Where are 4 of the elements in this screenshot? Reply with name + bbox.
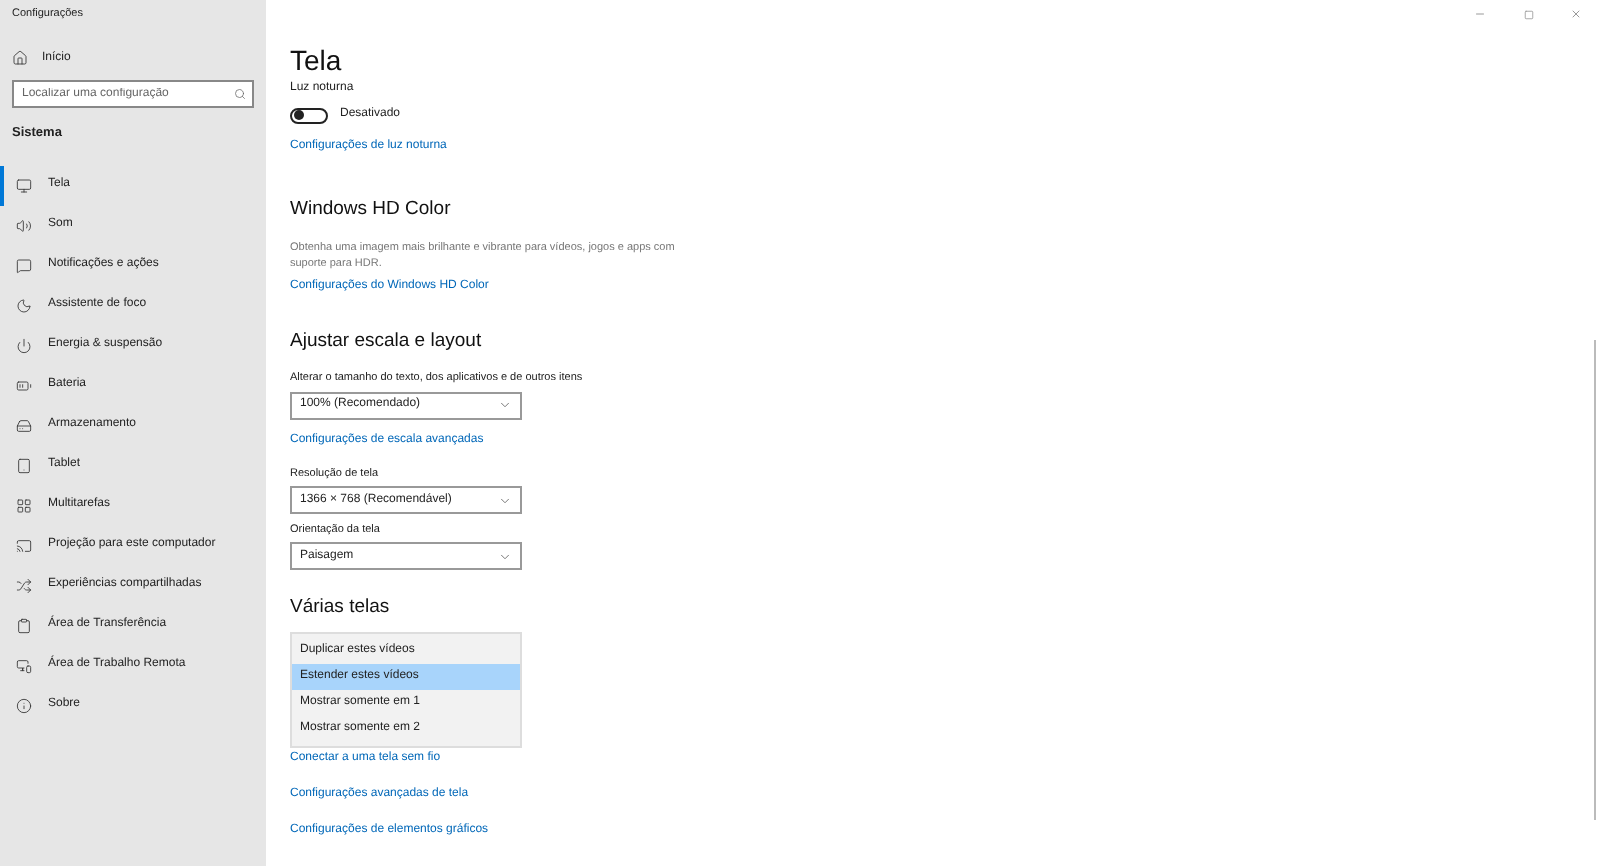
page-title: Tela [290,44,344,76]
section-heading: Ajustar escala e layout [290,328,484,357]
section-heading: Windows HD Color [290,196,453,224]
section-heading: Várias telas [290,594,392,623]
